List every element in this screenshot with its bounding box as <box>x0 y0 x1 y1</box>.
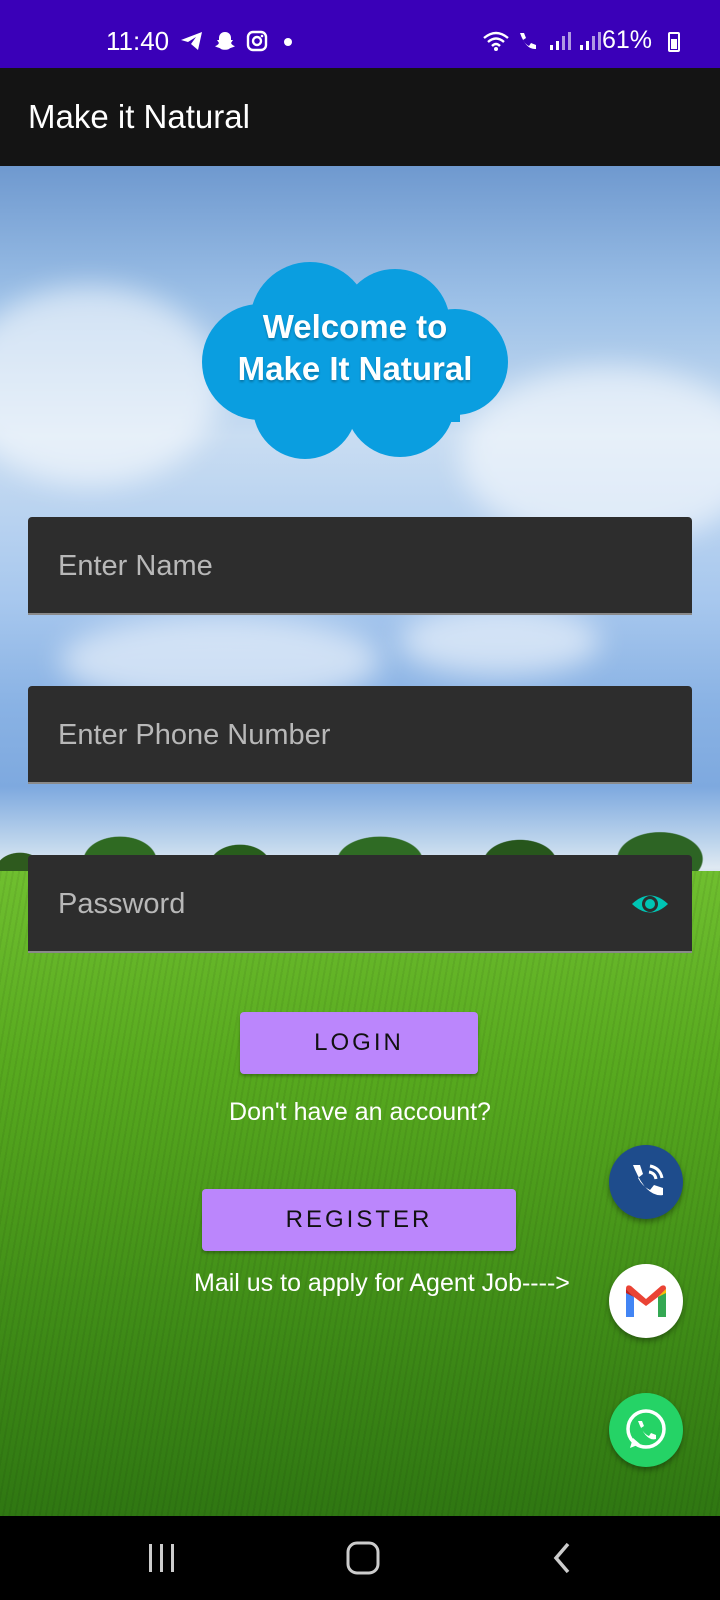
instagram-icon <box>246 30 268 52</box>
name-field[interactable] <box>28 517 692 615</box>
background-cloud <box>400 606 600 676</box>
home-icon[interactable] <box>344 1538 384 1578</box>
welcome-line-1: Welcome to <box>262 308 448 345</box>
phone-input[interactable] <box>56 686 620 784</box>
telegram-icon <box>181 32 202 50</box>
eye-icon[interactable] <box>630 887 670 921</box>
welcome-text: Welcome to Make It Natural <box>200 306 510 390</box>
back-icon[interactable] <box>548 1538 578 1578</box>
password-input[interactable] <box>56 855 620 953</box>
app-bar: Make it Natural <box>0 68 720 166</box>
system-icons <box>482 30 602 52</box>
phone-field[interactable] <box>28 686 692 784</box>
register-button-label: REGISTER <box>285 1206 433 1233</box>
login-button-label: LOGIN <box>314 1029 404 1056</box>
call-button[interactable] <box>609 1145 683 1219</box>
gmail-icon <box>626 1285 666 1317</box>
welcome-line-2: Make It Natural <box>237 350 473 387</box>
password-field[interactable] <box>28 855 692 953</box>
gmail-button[interactable] <box>609 1264 683 1338</box>
notification-icons <box>180 30 298 52</box>
background-cloud <box>0 286 220 486</box>
wifi-icon <box>483 31 509 51</box>
signal-icon <box>550 32 571 50</box>
wifi-call-icon <box>520 33 536 50</box>
phone-call-icon <box>633 1164 664 1196</box>
status-time: 11:40 <box>106 26 170 56</box>
agent-job-text: Mail us to apply for Agent Job----> <box>194 1269 570 1297</box>
status-bar: 11:40 61% <box>0 0 720 68</box>
navigation-bar <box>0 1516 720 1600</box>
battery-percent: 61% <box>602 26 653 54</box>
recent-apps-icon[interactable] <box>146 1538 178 1578</box>
login-button[interactable]: LOGIN <box>240 1012 478 1074</box>
no-account-text: Don't have an account? <box>229 1098 491 1126</box>
app-title: Make it Natural <box>28 98 250 135</box>
whatsapp-icon <box>626 1409 666 1449</box>
login-screen: Welcome to Make It Natural LOGIN Don't h… <box>0 166 720 1516</box>
snapchat-icon <box>215 32 235 50</box>
dot-icon <box>284 38 292 46</box>
register-button[interactable]: REGISTER <box>202 1189 516 1251</box>
name-input[interactable] <box>56 517 620 615</box>
whatsapp-button[interactable] <box>609 1393 683 1467</box>
battery-icon <box>668 32 680 52</box>
signal-icon <box>580 32 601 50</box>
